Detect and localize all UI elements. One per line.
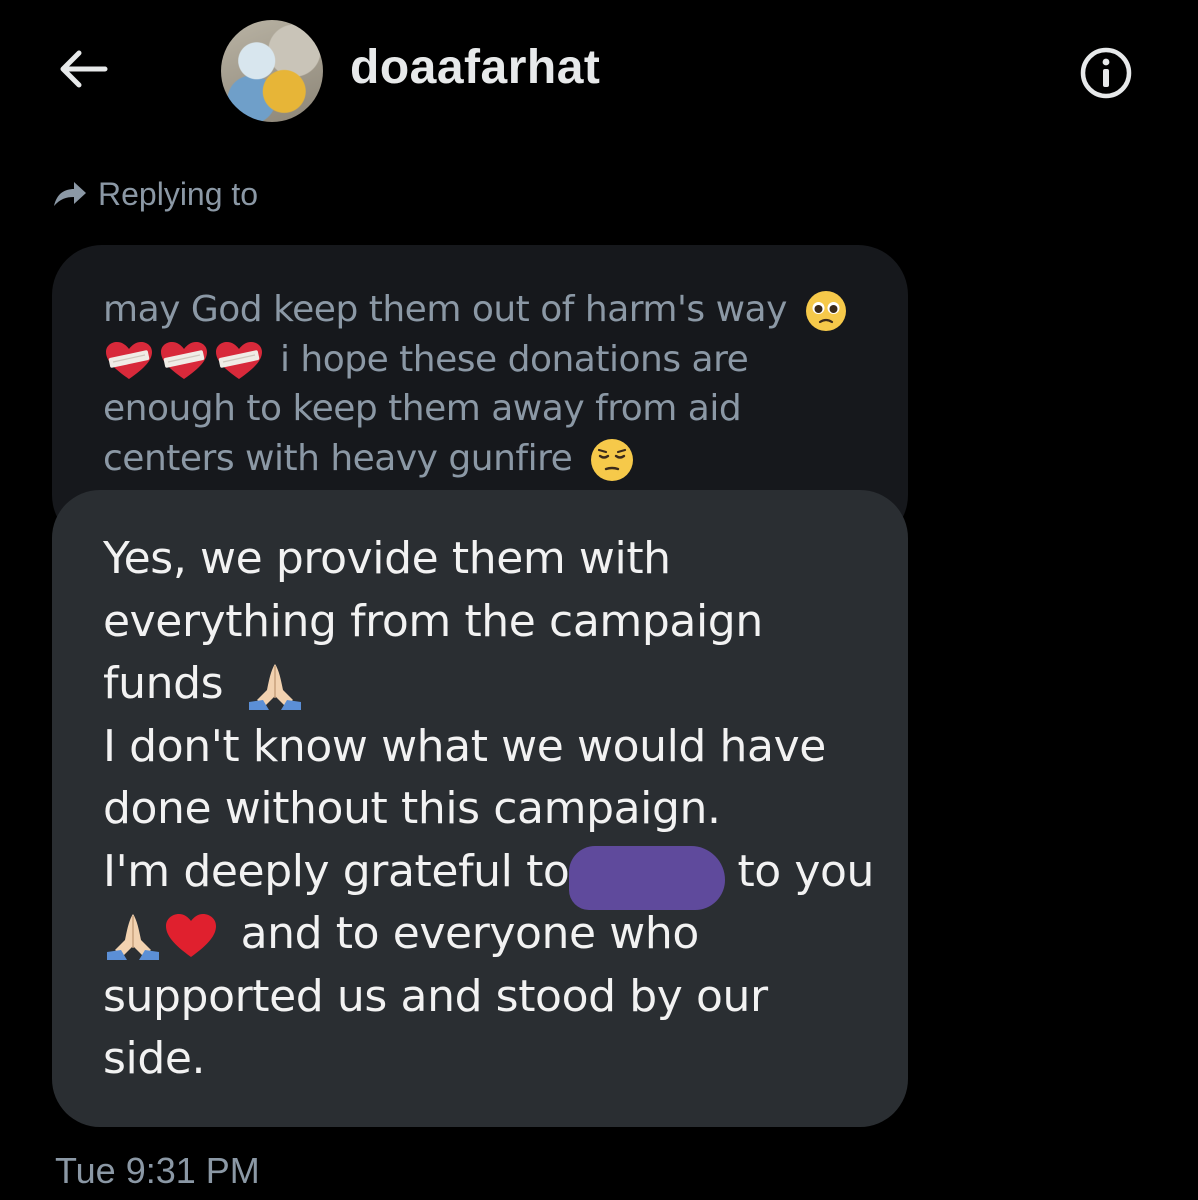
folded-hands-emoji-icon	[107, 914, 159, 960]
message-line-6b: to you	[737, 845, 875, 897]
message-line-5: done without this campaign.	[103, 783, 721, 834]
message-line-4: I don't know what we would have	[103, 720, 826, 772]
message-text: Yes, we provide them with everything fro…	[103, 528, 883, 1091]
pleading-face-emoji-icon	[805, 291, 846, 331]
message-line-6a: I'm deeply grateful to	[103, 845, 570, 897]
info-icon	[1080, 47, 1132, 99]
quoted-line-3: enough to keep them away from aid	[103, 388, 742, 429]
redaction-mark	[569, 845, 726, 910]
mending-heart-emoji-icon	[106, 340, 263, 380]
replying-to-label: Replying to	[98, 175, 259, 212]
avatar[interactable]	[221, 20, 323, 122]
quoted-line-4: centers with heavy gunfire	[103, 437, 573, 479]
message-line-2: everything from the campaign	[103, 595, 763, 647]
quoted-message-text: may God keep them out of harm's way i ho…	[103, 285, 883, 483]
quoted-line-2: i hope these donations are	[279, 338, 749, 380]
message-line-8: supported us and stood by our	[103, 970, 768, 1022]
red-heart-emoji-icon	[166, 914, 216, 957]
message-line-3: funds	[103, 658, 224, 709]
arrow-left-icon	[60, 50, 108, 88]
message-line-7: and to everyone who	[240, 908, 700, 959]
back-button[interactable]	[55, 45, 111, 93]
pensive-face-emoji-icon	[591, 438, 634, 481]
message-line-1: Yes, we provide them with	[103, 533, 671, 584]
conversation-header: doaafarhat	[0, 0, 1198, 140]
message-timestamp: Tue 9:31 PM	[55, 1150, 260, 1191]
quoted-line-1: may God keep them out of harm's way	[103, 289, 787, 330]
folded-hands-emoji-icon	[248, 664, 301, 710]
replying-to: Replying to	[52, 172, 258, 216]
info-button[interactable]	[1078, 45, 1134, 101]
reply-arrow-icon	[54, 182, 86, 206]
message-line-9: side.	[103, 1033, 206, 1084]
username[interactable]: doaafarhat	[350, 40, 600, 95]
